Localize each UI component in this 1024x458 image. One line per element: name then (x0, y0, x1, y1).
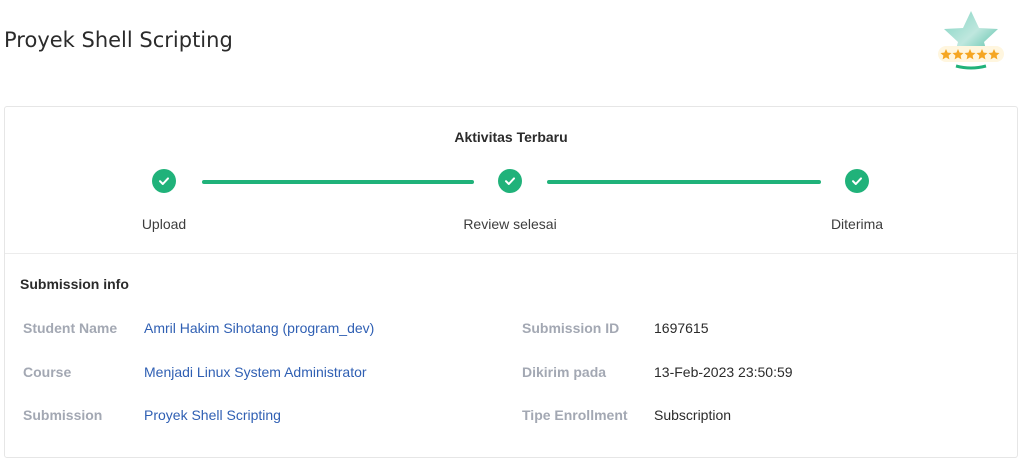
submitted-at-value: 13-Feb-2023 23:50:59 (654, 364, 793, 380)
enrollment-type-label: Tipe Enrollment (522, 407, 628, 423)
activity-title: Aktivitas Terbaru (454, 129, 568, 145)
page-title: Proyek Shell Scripting (4, 28, 233, 52)
student-name-link[interactable]: Amril Hakim Sihotang (program_dev) (144, 320, 374, 336)
step-label-review: Review selesai (463, 216, 557, 232)
step-upload-check-icon (152, 169, 176, 193)
submission-card: Aktivitas Terbaru Upload Review selesai … (4, 106, 1018, 458)
star-rating-badge-icon (934, 8, 1008, 72)
submitted-at-label: Dikirim pada (522, 364, 607, 380)
step-label-accepted: Diterima (830, 216, 884, 232)
step-label-upload: Upload (141, 216, 187, 232)
enrollment-type-value: Subscription (654, 407, 732, 423)
submission-info-title: Submission info (20, 276, 129, 292)
divider (5, 253, 1017, 254)
course-link[interactable]: Menjadi Linux System Administrator (144, 364, 367, 380)
submission-link[interactable]: Proyek Shell Scripting (144, 407, 281, 423)
submission-id-label: Submission ID (522, 320, 620, 336)
course-label: Course (23, 364, 72, 380)
step-accepted-check-icon (845, 169, 869, 193)
step-connector-1 (202, 180, 474, 184)
submission-label: Submission (23, 407, 103, 423)
student-name-label: Student Name (23, 320, 118, 336)
step-connector-2 (547, 180, 821, 184)
step-review-check-icon (498, 169, 522, 193)
submission-id-value: 1697615 (654, 320, 709, 336)
